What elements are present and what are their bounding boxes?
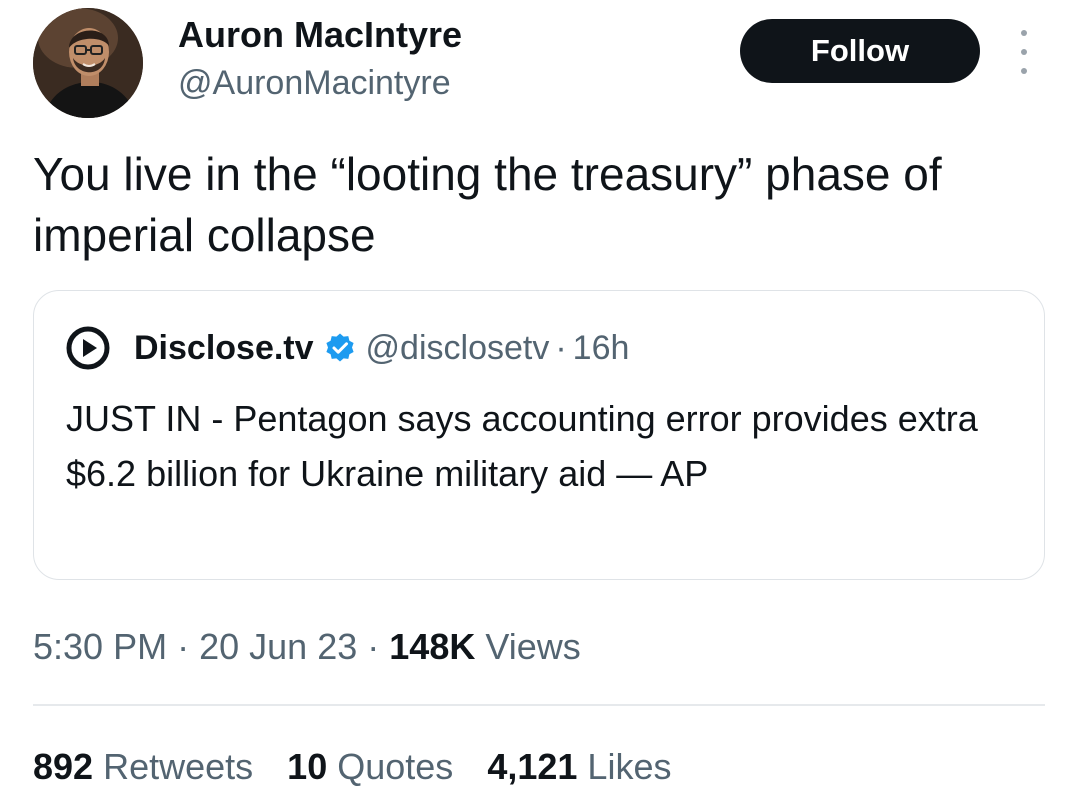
quoted-tweet-card[interactable]: Disclose.tv @disclosetv · 16h JUST IN - …	[33, 290, 1045, 580]
quoted-author-name[interactable]: Disclose.tv	[134, 325, 314, 371]
quoted-tweet-text: JUST IN - Pentagon says accounting error…	[66, 398, 978, 494]
quoted-author-handle[interactable]: @disclosetv	[366, 325, 550, 371]
author-handle[interactable]: @AuronMacintyre	[178, 63, 451, 103]
more-dot	[1021, 30, 1027, 36]
divider	[33, 704, 1045, 706]
likes-stat[interactable]: 4,121 Likes	[487, 744, 671, 790]
likes-label: Likes	[587, 746, 672, 787]
tweet-time[interactable]: 5:30 PM	[33, 626, 167, 667]
more-dot	[1021, 49, 1027, 55]
more-dot	[1021, 68, 1027, 74]
engagement-stats: 892 Retweets 10 Quotes 4,121 Likes	[33, 744, 705, 790]
more-vertical-icon[interactable]	[1014, 30, 1034, 74]
quotes-count: 10	[287, 746, 328, 787]
retweets-count: 892	[33, 746, 94, 787]
views-count: 148K	[389, 626, 476, 667]
tweet-meta: 5:30 PM · 20 Jun 23 · 148K Views	[33, 624, 581, 670]
quotes-stat[interactable]: 10 Quotes	[287, 744, 453, 790]
play-logo-icon	[66, 326, 110, 370]
quoted-separator: ·	[555, 329, 567, 367]
meta-separator: ·	[177, 626, 190, 667]
retweets-label: Retweets	[103, 746, 254, 787]
views-label: Views	[485, 626, 581, 667]
meta-separator: ·	[367, 626, 380, 667]
user-avatar-icon	[33, 8, 143, 118]
quoted-tweet-header: Disclose.tv @disclosetv · 16h	[134, 325, 629, 371]
verified-badge-icon	[325, 333, 354, 362]
retweets-stat[interactable]: 892 Retweets	[33, 744, 253, 790]
follow-button[interactable]: Follow	[740, 19, 980, 83]
tweet-date[interactable]: 20 Jun 23	[199, 626, 357, 667]
quotes-label: Quotes	[337, 746, 454, 787]
likes-count: 4,121	[487, 746, 578, 787]
author-display-name[interactable]: Auron MacIntyre	[178, 14, 462, 56]
tweet-text: You live in the “looting the treasury” p…	[33, 148, 942, 261]
author-avatar[interactable]	[33, 8, 143, 118]
quoted-tweet-time[interactable]: 16h	[573, 325, 630, 371]
